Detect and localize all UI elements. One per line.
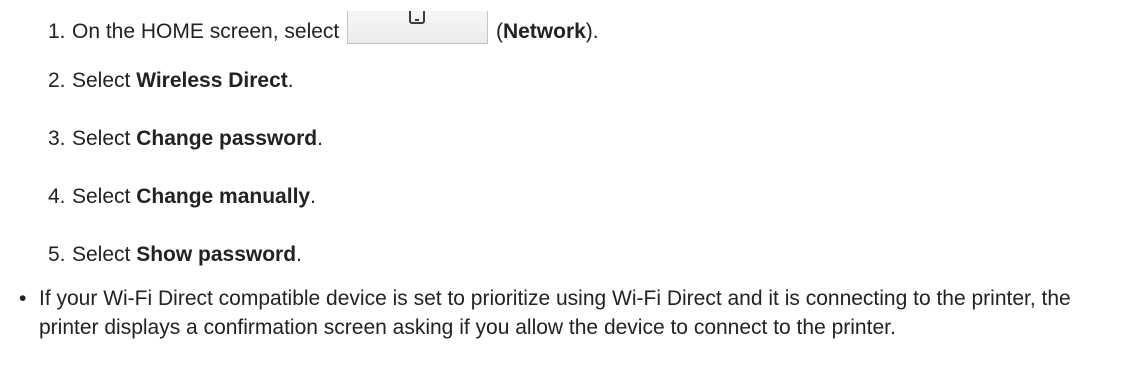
step-text-after: . xyxy=(310,185,316,208)
change-manually-label: Change manually xyxy=(136,185,311,208)
step-text: Select Change manually. xyxy=(72,185,316,208)
bullet-note: • If your Wi-Fi Direct compatible device… xyxy=(19,284,1109,342)
note-text: If your Wi-Fi Direct compatible device i… xyxy=(39,287,1071,339)
bullet-icon: • xyxy=(19,287,27,310)
step-text-open-paren: ( xyxy=(490,20,503,43)
step-text-before: Select xyxy=(72,69,137,92)
step-text-after: . xyxy=(317,127,323,150)
step-text-before: Select xyxy=(72,185,137,208)
instruction-steps: 1. On the HOME screen, select (Network). … xyxy=(48,0,599,301)
change-password-label: Change password xyxy=(136,127,318,150)
step-text-after: . xyxy=(287,69,294,92)
step-number: 2. xyxy=(48,69,66,92)
step-text: Select Wireless Direct. xyxy=(72,69,294,92)
step-text: Select Change password. xyxy=(72,127,323,150)
step-text-before: Select xyxy=(72,243,137,266)
network-button-image xyxy=(347,11,489,44)
step-2: 2. Select Wireless Direct. xyxy=(48,69,599,92)
step-text: Select Show password. xyxy=(72,243,302,266)
wireless-direct-label: Wireless Direct xyxy=(136,69,288,92)
network-label: Network xyxy=(502,20,586,43)
show-password-label: Show password xyxy=(136,243,297,266)
step-text-before: On the HOME screen, select xyxy=(72,20,346,43)
step-number: 1. xyxy=(48,20,66,43)
step-number: 3. xyxy=(48,127,66,150)
step-5: 5. Select Show password. xyxy=(48,243,599,266)
tablet-network-icon xyxy=(409,11,426,24)
step-text-before: Select xyxy=(72,127,137,150)
step-number: 4. xyxy=(48,185,66,208)
step-number: 5. xyxy=(48,243,66,266)
step-text-close-paren: ). xyxy=(585,20,599,43)
step-4: 4. Select Change manually. xyxy=(48,185,599,208)
step-text: On the HOME screen, select (Network). xyxy=(72,11,599,44)
step-1: 1. On the HOME screen, select (Network). xyxy=(48,11,599,44)
step-text-after: . xyxy=(296,243,302,266)
step-3: 3. Select Change password. xyxy=(48,127,599,150)
